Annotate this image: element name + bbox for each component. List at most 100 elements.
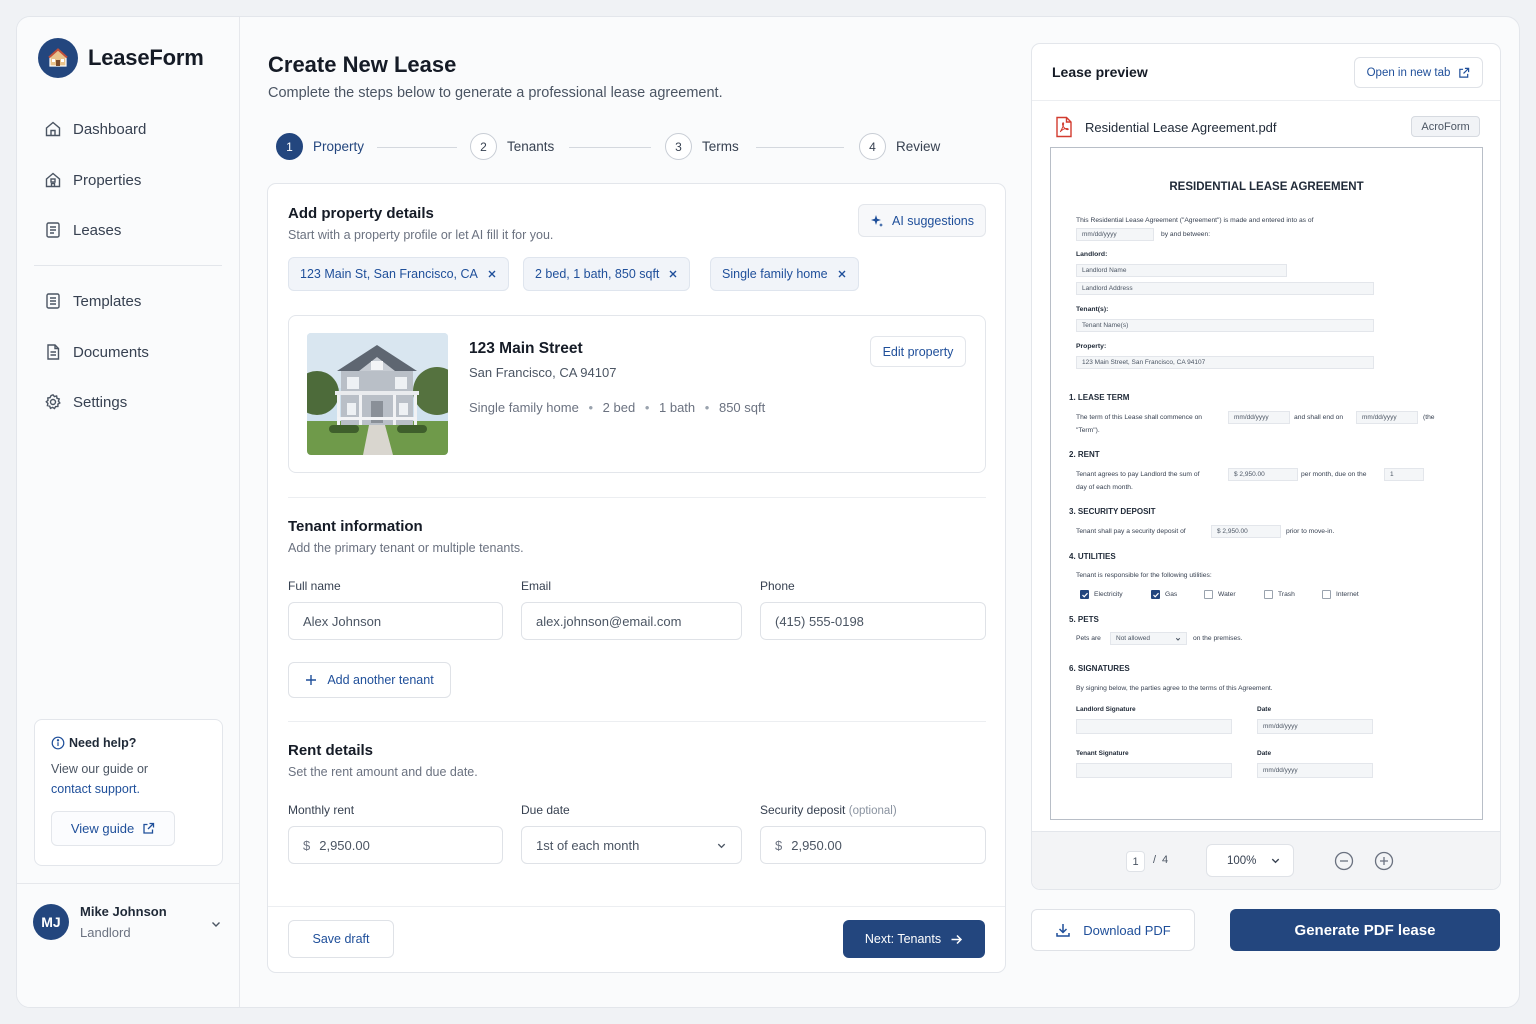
doc-tenant-sig-label: Tenant Signature (1076, 750, 1129, 757)
brand-logo[interactable]: LeaseForm (38, 38, 204, 78)
open-new-tab-button[interactable]: Open in new tab (1354, 57, 1483, 88)
email-field[interactable]: alex.johnson@email.com (521, 602, 742, 640)
due-date-label: Due date (521, 803, 570, 817)
tenant-section-title: Tenant information (288, 518, 423, 535)
step-tenants[interactable]: 2 Tenants (470, 133, 554, 160)
doc-s6-text: By signing below, the parties agree to t… (1076, 685, 1273, 692)
doc-landlord-date-field[interactable]: mm/dd/yyyy (1257, 719, 1373, 734)
page-subtitle: Complete the steps below to generate a p… (268, 85, 723, 101)
chip-type[interactable]: Single family home (710, 257, 859, 291)
doc-s4-text: Tenant is responsible for the following … (1076, 572, 1212, 579)
stepper-connector (756, 147, 844, 148)
phone-label: Phone (760, 579, 795, 593)
doc-s1-text: and shall end on (1294, 414, 1344, 421)
doc-utility-label: Electricity (1094, 591, 1123, 598)
stepper-connector (569, 147, 651, 148)
doc-start-date-field[interactable]: mm/dd/yyyy (1228, 411, 1290, 424)
view-guide-button[interactable]: View guide (51, 811, 175, 846)
doc-s2-text: day of each month. (1076, 484, 1133, 491)
next-tenants-button[interactable]: Next: Tenants (843, 920, 985, 958)
doc-s3-text: prior to move-in. (1286, 528, 1335, 535)
ai-suggestions-button[interactable]: AI suggestions (858, 204, 986, 237)
generate-pdf-lease-button[interactable]: Generate PDF lease (1230, 909, 1500, 951)
doc-due-day-field[interactable]: 1 (1384, 468, 1424, 481)
doc-tenant-signature-field[interactable] (1076, 763, 1232, 778)
doc-checkbox-gas[interactable] (1151, 590, 1160, 599)
chip-address[interactable]: 123 Main St, San Francisco, CA (288, 257, 509, 291)
nav-item-properties[interactable]: Properties (34, 160, 240, 200)
nav-item-documents[interactable]: Documents (34, 332, 240, 372)
page-number-input[interactable]: 1 (1126, 851, 1145, 872)
download-pdf-button[interactable]: Download PDF (1031, 909, 1195, 951)
doc-checkbox-trash[interactable] (1264, 590, 1273, 599)
close-icon[interactable] (837, 269, 847, 279)
user-divider (17, 883, 240, 884)
doc-title: RESIDENTIAL LEASE AGREEMENT (1169, 181, 1364, 193)
nav-item-templates[interactable]: Templates (34, 281, 240, 321)
file-icon (47, 344, 60, 360)
doc-pets-select[interactable]: Not allowed (1110, 632, 1187, 645)
step-review[interactable]: 4 Review (859, 133, 940, 160)
doc-property-label: Property: (1076, 343, 1107, 350)
contact-support-link[interactable]: contact support. (51, 782, 140, 796)
doc-landlord-name-field[interactable]: Landlord Name (1076, 264, 1287, 277)
pdf-page[interactable]: RESIDENTIAL LEASE AGREEMENT This Residen… (1050, 147, 1483, 820)
preview-divider (1032, 100, 1500, 101)
add-another-tenant-button[interactable]: Add another tenant (288, 662, 451, 698)
chip-size[interactable]: 2 bed, 1 bath, 850 sqft (523, 257, 691, 291)
doc-s4-title: 4. UTILITIES (1069, 552, 1116, 561)
monthly-rent-field[interactable]: $ 2,950.00 (288, 826, 503, 864)
doc-rent-field[interactable]: $ 2,950.00 (1228, 468, 1298, 481)
step-terms[interactable]: 3 Terms (665, 133, 739, 160)
chevron-down-icon[interactable] (210, 918, 222, 930)
building-icon (45, 172, 61, 188)
page-title: Create New Lease (268, 52, 457, 77)
zoom-in-icon[interactable] (1374, 851, 1394, 871)
nav-item-dashboard[interactable]: Dashboard (34, 109, 240, 149)
house-logo-icon (38, 38, 78, 78)
doc-checkbox-internet[interactable] (1322, 590, 1331, 599)
doc-utility-label: Trash (1278, 591, 1295, 598)
step-number: 1 (276, 133, 303, 160)
rent-section-title: Rent details (288, 742, 374, 759)
due-date-select[interactable]: 1st of each month (521, 826, 742, 864)
doc-checkbox-water[interactable] (1204, 590, 1213, 599)
external-link-icon (1459, 67, 1470, 78)
monthly-rent-label: Monthly rent (288, 803, 355, 817)
close-icon[interactable] (487, 269, 497, 279)
app-window: LeaseForm Dashboard Properties Leases Te… (16, 16, 1520, 1008)
tenant-section-subtitle: Add the primary tenant or multiple tenan… (288, 541, 524, 555)
doc-s1-text: "Term"). (1076, 427, 1100, 434)
section-divider (288, 497, 986, 498)
zoom-select[interactable]: 100% (1206, 844, 1294, 877)
doc-tenant-name-field[interactable]: Tenant Name(s) (1076, 319, 1374, 332)
pdf-icon (1056, 116, 1072, 138)
zoom-out-icon[interactable] (1334, 851, 1354, 871)
phone-field[interactable]: (415) 555-0198 (760, 602, 986, 640)
property-name: 123 Main Street (469, 340, 583, 357)
nav-label: Properties (73, 171, 142, 189)
doc-property-field[interactable]: 123 Main Street, San Francisco, CA 94107 (1076, 356, 1374, 369)
doc-s1-text: The term of this Lease shall commence on (1076, 414, 1203, 421)
save-draft-button[interactable]: Save draft (288, 920, 394, 958)
security-deposit-field[interactable]: $ 2,950.00 (760, 826, 986, 864)
doc-checkbox-electricity[interactable] (1080, 590, 1089, 599)
nav-item-settings[interactable]: Settings (34, 382, 240, 422)
step-label: Tenants (507, 139, 555, 154)
doc-landlord-address-field[interactable]: Landlord Address (1076, 282, 1374, 295)
doc-end-date-field[interactable]: mm/dd/yyyy (1356, 411, 1418, 424)
brand-name: LeaseForm (88, 45, 204, 70)
step-property[interactable]: 1 Property (276, 133, 364, 160)
doc-tenant-date-field[interactable]: mm/dd/yyyy (1257, 763, 1373, 778)
doc-s3-text: Tenant shall pay a security deposit of (1076, 528, 1186, 535)
doc-landlord-signature-field[interactable] (1076, 719, 1232, 734)
close-icon[interactable] (668, 269, 678, 279)
chevron-down-icon (1271, 858, 1280, 864)
doc-deposit-field[interactable]: $ 2,950.00 (1211, 525, 1281, 538)
nav-item-leases[interactable]: Leases (34, 210, 240, 250)
help-title: Need help? (51, 736, 206, 750)
user-menu[interactable]: MJ Mike Johnson Landlord (33, 904, 167, 940)
full-name-field[interactable]: Alex Johnson (288, 602, 503, 640)
edit-property-button[interactable]: Edit property (870, 336, 966, 367)
doc-date-field[interactable]: mm/dd/yyyy (1076, 228, 1154, 241)
